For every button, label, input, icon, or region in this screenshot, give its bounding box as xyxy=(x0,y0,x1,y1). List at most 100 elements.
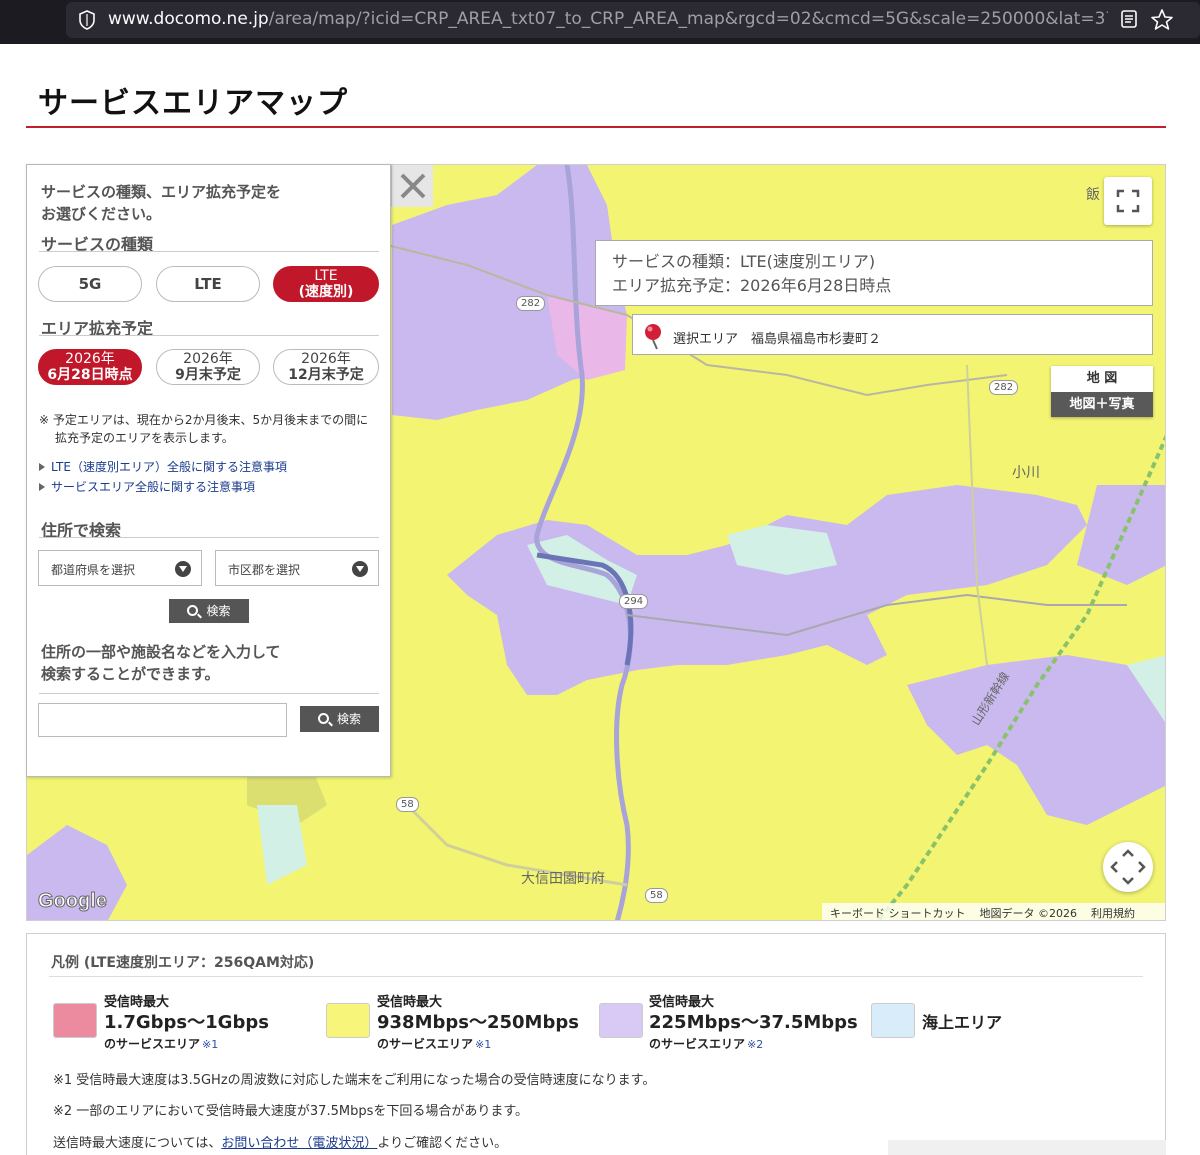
expansion-note: ※ 予定エリアは、現在から2か月後末、5か月後末までの間に 拡充予定のエリアを表… xyxy=(39,411,384,447)
note-line: ※ 予定エリアは、現在から2か月後末、5か月後末までの間に xyxy=(39,413,369,427)
legend-note-2: ※2 一部のエリアにおいて受信時最大速度が37.5Mbpsを下回る場合があります… xyxy=(53,1104,529,1119)
bookmark-star-icon[interactable] xyxy=(1150,8,1174,32)
note-line: 拡充予定のエリアを表示します。 xyxy=(55,431,234,445)
legend-speed: 225Mbps〜37.5Mbps xyxy=(649,1012,858,1033)
legend-sub: のサービスエリア xyxy=(104,1037,201,1051)
legend-mark: ※1 xyxy=(202,1038,219,1051)
legend-item: 受信時最大 225Mbps〜37.5Mbps のサービスエリア ※2 xyxy=(649,991,858,1052)
road-badge: 282 xyxy=(516,296,546,311)
arrow-right-icon xyxy=(39,463,45,471)
map-pin-icon xyxy=(645,324,661,350)
close-icon xyxy=(400,173,426,199)
browser-toolbar: www.docomo.ne.jp/area/map/?icid=CRP_AREA… xyxy=(0,0,1200,44)
footer-gray-block xyxy=(888,1140,1166,1155)
plan-december-button[interactable]: 2026年 12月末予定 xyxy=(273,349,379,385)
prefecture-select[interactable]: 都道府県を選択 xyxy=(38,550,202,586)
terms-link[interactable]: 利用規約 xyxy=(1091,907,1135,920)
service-notes-link[interactable]: サービスエリア全般に関する注意事項 xyxy=(39,478,255,495)
legend-note-1: ※1 受信時最大速度は3.5GHzの周波数に対応した端末をご利用になった場合の受… xyxy=(53,1073,656,1088)
map-type-control: 地 図 地図＋写真 xyxy=(1051,366,1153,417)
prefecture-select-value: 都道府県を選択 xyxy=(51,563,136,577)
selected-area-label: 選択エリア xyxy=(673,332,739,347)
section-divider xyxy=(39,335,379,336)
search-icon xyxy=(187,605,199,616)
legend-mark: ※2 xyxy=(747,1038,764,1051)
service-lte-speed-label: LTE xyxy=(314,268,338,284)
google-logo: Google xyxy=(38,890,108,913)
maptype-hybrid-button[interactable]: 地図＋写真 xyxy=(1051,392,1153,417)
close-panel-button[interactable] xyxy=(391,165,433,207)
keyboard-shortcuts-link[interactable]: キーボード ショートカット xyxy=(830,907,966,920)
search-button-label: 検索 xyxy=(206,604,231,618)
legend-small: 受信時最大 xyxy=(104,995,170,1010)
legend-note-3: 送信時最大速度については、お問い合わせ（電波状況）よりご確認ください。 xyxy=(53,1132,507,1151)
chevron-down-icon xyxy=(352,561,368,577)
legend-panel: 凡例 (LTE速度別エリア：256QAM対応) 受信時最大 1.7Gbps〜1G… xyxy=(26,933,1166,1155)
road-badge: 294 xyxy=(619,594,649,609)
legend-sea-area: 海上エリア xyxy=(922,1013,1003,1032)
url-text[interactable]: www.docomo.ne.jp/area/map/?icid=CRP_AREA… xyxy=(108,9,1108,29)
free-search-description: 住所の一部や施設名などを入力して 検索することができます。 xyxy=(41,641,281,685)
url-path: /area/map/?icid=CRP_AREA_txt07_to_CRP_AR… xyxy=(268,9,1108,29)
map-label-town: 大信田園町府 xyxy=(521,871,605,887)
section-divider xyxy=(39,693,379,694)
plan-current-button[interactable]: 2026年 6月28日時点 xyxy=(38,349,142,385)
arrow-right-icon xyxy=(39,483,45,491)
legend-speed: 938Mbps〜250Mbps xyxy=(377,1012,579,1033)
city-select-value: 市区郡を選択 xyxy=(228,563,301,577)
legend-divider xyxy=(49,976,1143,977)
road-badge: 58 xyxy=(645,888,668,903)
service-lte-button[interactable]: LTE xyxy=(156,266,260,302)
plan-year: 2026年 xyxy=(183,351,233,367)
map-label-ii: 飯 xyxy=(1086,187,1100,203)
fullscreen-button[interactable] xyxy=(1104,177,1152,225)
page-title: サービスエリアマップ xyxy=(38,86,348,121)
map-attribution: キーボード ショートカット 地図データ ©2026 利用規約 xyxy=(822,903,1165,920)
legend-small: 受信時最大 xyxy=(377,995,443,1010)
legend-swatch-yellow xyxy=(326,1003,370,1038)
address-search-button[interactable]: 検索 xyxy=(169,599,249,623)
service-5g-label: 5G xyxy=(78,275,102,293)
legend-mark: ※1 xyxy=(475,1038,492,1051)
panel-intro-line: お選びください。 xyxy=(41,205,162,223)
reader-view-icon[interactable] xyxy=(1120,9,1138,29)
plan-september-button[interactable]: 2026年 9月末予定 xyxy=(156,349,260,385)
contact-link[interactable]: お問い合わせ（電波状況） xyxy=(221,1136,377,1151)
lte-notes-link[interactable]: LTE（速度別エリア）全般に関する注意事項 xyxy=(39,458,287,475)
url-host: www.docomo.ne.jp xyxy=(108,9,269,29)
free-search-line: 検索することができます。 xyxy=(41,665,220,683)
selected-area-value: 福島県福島市杉妻町２ xyxy=(751,332,882,347)
map-label-ogawa: 小川 xyxy=(1012,465,1040,481)
plan-date: 12月末予定 xyxy=(288,367,364,383)
legend-item: 受信時最大 1.7Gbps〜1Gbps のサービスエリア ※1 xyxy=(104,991,269,1052)
free-search-input[interactable] xyxy=(38,703,287,737)
section-divider xyxy=(39,537,379,538)
legend-title: 凡例 (LTE速度別エリア：256QAM対応) xyxy=(51,955,315,971)
map-pan-control[interactable] xyxy=(1103,842,1153,892)
plan-year: 2026年 xyxy=(65,351,115,367)
service-lte-speed-button[interactable]: LTE (速度別) xyxy=(273,266,379,302)
maptype-map-button[interactable]: 地 図 xyxy=(1051,366,1153,392)
section-divider xyxy=(39,251,379,252)
title-divider xyxy=(26,126,1166,128)
service-5g-button[interactable]: 5G xyxy=(38,266,142,302)
panel-intro-line: サービスの種類、エリア拡充予定を xyxy=(41,183,282,201)
service-lte-speed-sublabel: (速度別) xyxy=(298,284,354,300)
city-select[interactable]: 市区郡を選択 xyxy=(215,550,379,586)
legend-sub: のサービスエリア xyxy=(649,1037,746,1051)
legend-sub: のサービスエリア xyxy=(377,1037,474,1051)
lte-notes-link-text: LTE（速度別エリア）全般に関する注意事項 xyxy=(51,460,287,474)
search-button-label: 検索 xyxy=(336,712,361,726)
expansion-info: エリア拡充予定：2026年6月28日時点 xyxy=(612,276,892,295)
shield-icon[interactable] xyxy=(78,10,96,30)
road-badge: 282 xyxy=(989,380,1019,395)
legend-speed: 1.7Gbps〜1Gbps xyxy=(104,1012,269,1033)
legend-item: 受信時最大 938Mbps〜250Mbps のサービスエリア ※1 xyxy=(377,991,579,1052)
legend-note-3-text: よりご確認ください。 xyxy=(377,1136,508,1151)
plan-year: 2026年 xyxy=(301,351,351,367)
search-panel: サービスの種類、エリア拡充予定を お選びください。 サービスの種類 5G LTE… xyxy=(26,164,391,777)
legend-item: 海上エリア xyxy=(922,1010,1002,1035)
free-search-button[interactable]: 検索 xyxy=(300,706,379,732)
pan-arrows-icon xyxy=(1110,849,1146,885)
road-badge: 58 xyxy=(396,797,419,812)
